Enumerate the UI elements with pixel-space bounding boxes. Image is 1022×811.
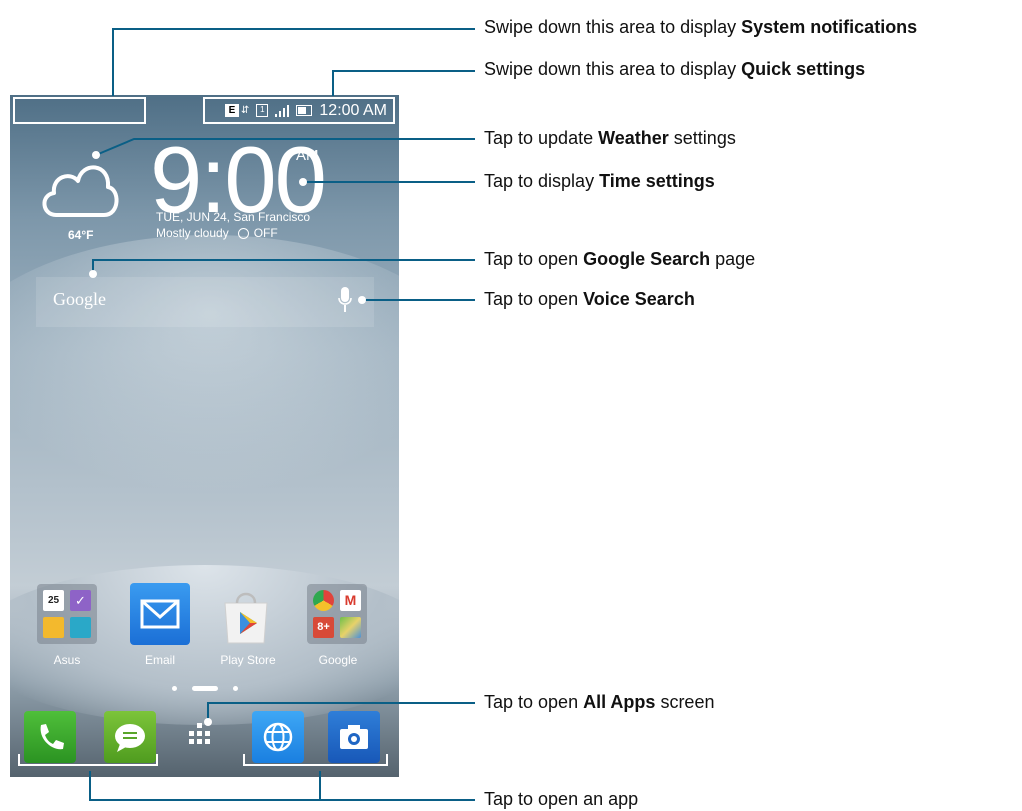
callout-all-apps: Tap to open All Apps screen — [484, 692, 715, 712]
anchor-voice-search — [358, 296, 366, 304]
callout-lines — [89, 28, 475, 801]
callout-quick-settings: Swipe down this area to display Quick se… — [484, 59, 866, 79]
callout-voice-search: Tap to open Voice Search — [484, 289, 695, 309]
anchor-all-apps — [204, 718, 212, 726]
line-quick-settings — [332, 70, 475, 96]
line-open-app — [89, 771, 475, 801]
anchor-weather — [92, 151, 100, 159]
callout-system-notifications: Swipe down this area to display System n… — [484, 17, 918, 37]
callout-time-settings: Tap to display Time settings — [484, 171, 715, 191]
line-all-apps — [207, 702, 475, 722]
callout-open-app: Tap to open an app — [484, 789, 639, 809]
callout-google-search: Tap to open Google Search page — [484, 249, 756, 269]
line-google-search — [92, 259, 475, 274]
anchor-time — [299, 178, 307, 186]
callout-weather: Tap to update Weather settings — [484, 128, 736, 148]
line-weather — [95, 138, 475, 156]
anchor-google-search — [89, 270, 97, 278]
line-notifications — [112, 28, 475, 96]
